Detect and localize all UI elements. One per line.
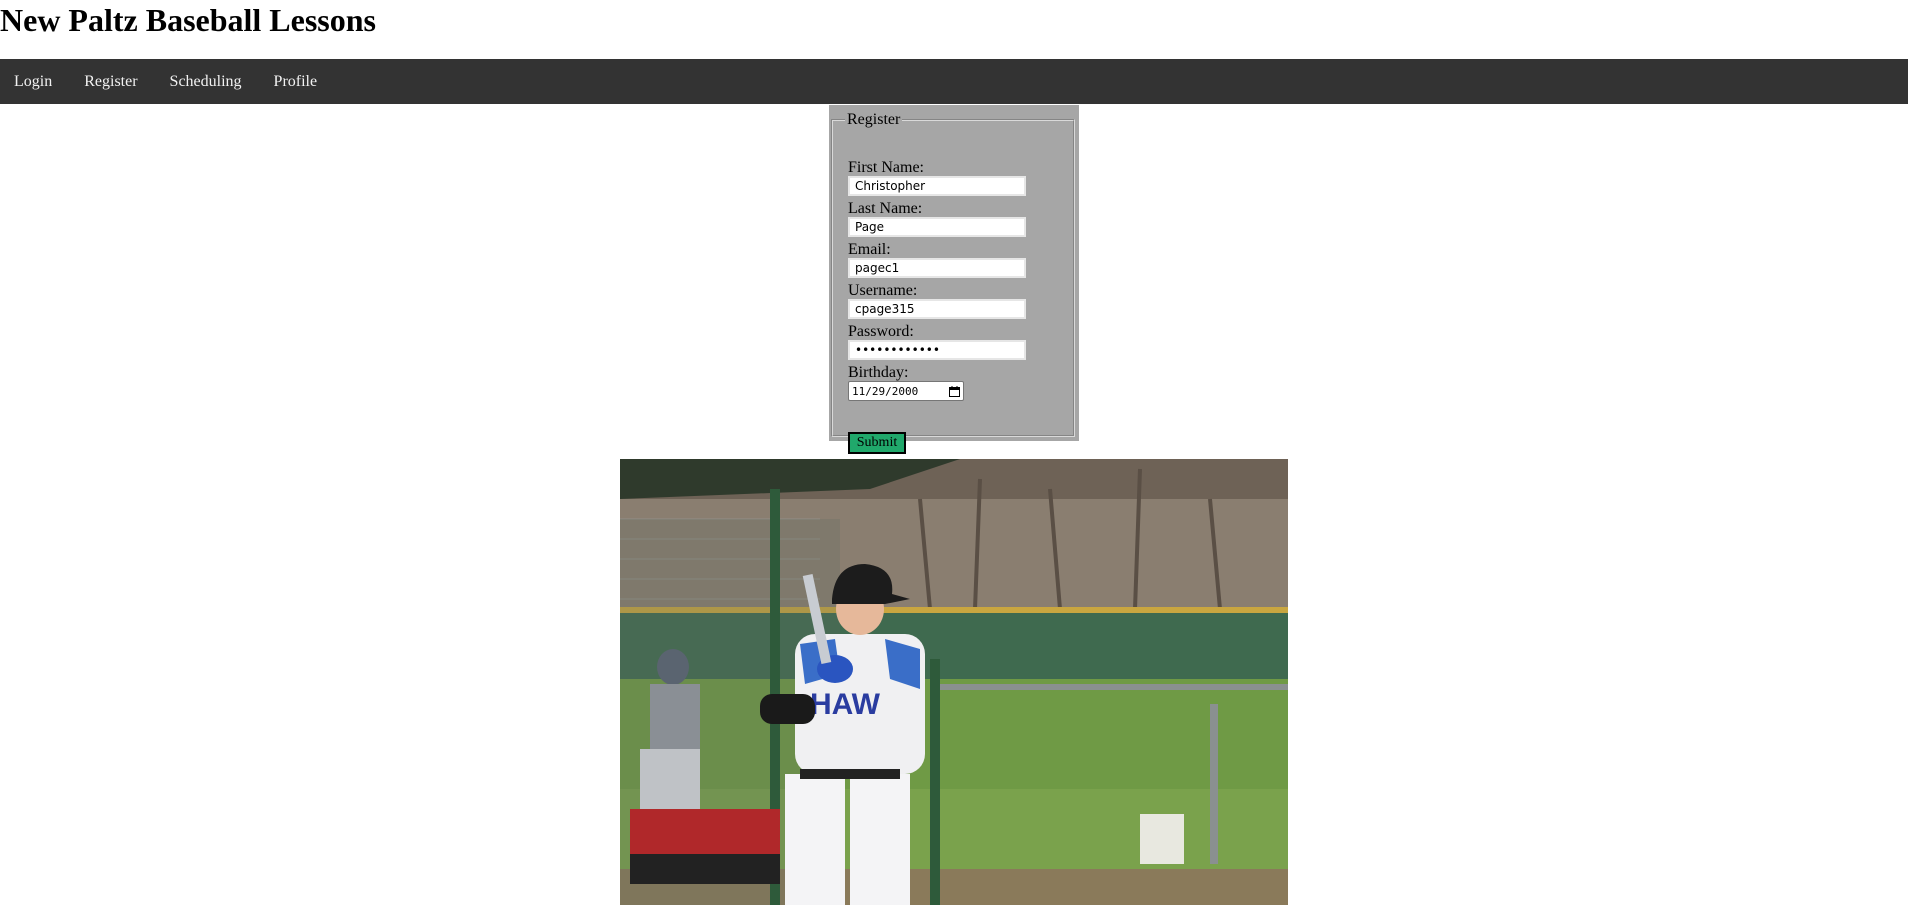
register-legend: Register xyxy=(847,111,901,128)
navbar: Login Register Scheduling Profile xyxy=(0,59,1908,104)
last-name-label: Last Name: xyxy=(848,200,923,217)
birthday-date-input[interactable]: 11/29/2000 xyxy=(848,381,964,401)
submit-button[interactable]: Submit xyxy=(848,432,906,454)
calendar-icon[interactable] xyxy=(949,385,960,397)
password-label: Password: xyxy=(848,323,914,340)
username-label: Username: xyxy=(848,282,918,299)
site-title: New Paltz Baseball Lessons xyxy=(0,2,376,38)
email-input[interactable] xyxy=(848,258,1026,278)
last-name-input[interactable] xyxy=(848,217,1026,237)
birthday-label: Birthday: xyxy=(848,364,909,381)
birthday-value: 11/29/2000 xyxy=(852,384,919,398)
email-label: Email: xyxy=(848,241,891,258)
svg-text:HAW: HAW xyxy=(810,688,881,721)
baseball-player-photo: HAW xyxy=(620,459,1288,905)
first-name-label: First Name: xyxy=(848,159,924,176)
register-form-panel: Register First Name: Last Name: Email: U… xyxy=(829,105,1079,454)
register-fieldset: Register First Name: Last Name: Email: U… xyxy=(831,111,1075,454)
nav-profile[interactable]: Profile xyxy=(258,59,334,104)
nav-scheduling[interactable]: Scheduling xyxy=(154,59,258,104)
username-input[interactable] xyxy=(848,299,1026,319)
nav-register[interactable]: Register xyxy=(68,59,153,104)
first-name-input[interactable] xyxy=(848,176,1026,196)
nav-login[interactable]: Login xyxy=(0,59,68,104)
password-input[interactable] xyxy=(848,340,1026,360)
